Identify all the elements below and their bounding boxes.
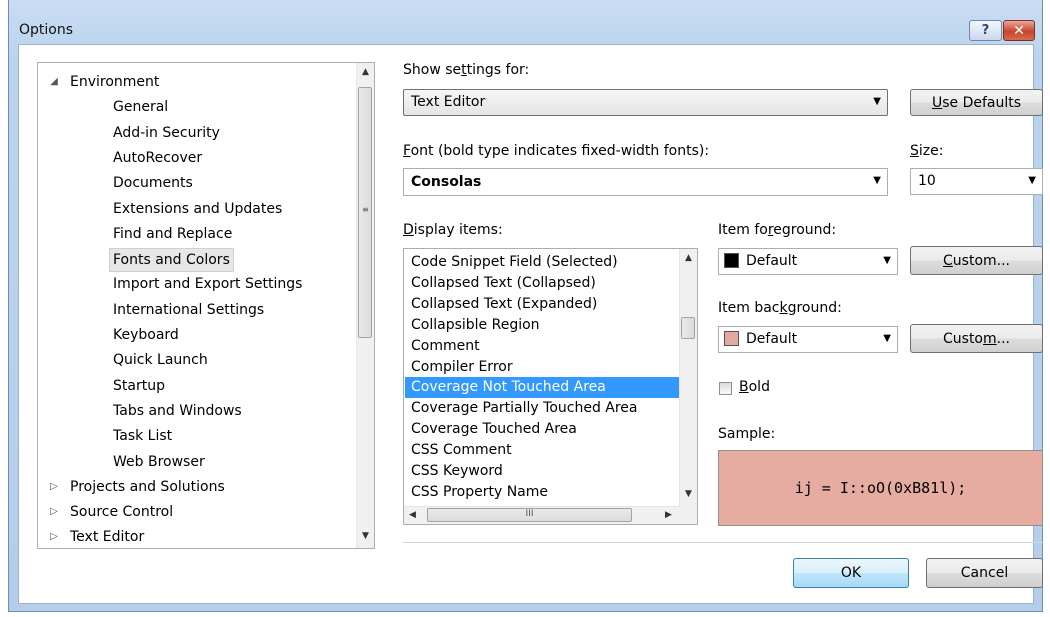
sample-label: Sample: <box>718 426 776 442</box>
font-label: Font (bold type indicates fixed-width fo… <box>403 143 710 159</box>
show-settings-value: Text Editor <box>411 94 486 110</box>
help-button[interactable]: ? <box>969 20 1002 41</box>
display-item[interactable]: Collapsible Region <box>405 315 681 336</box>
display-item[interactable]: Collapsed Text (Expanded) <box>405 294 681 315</box>
display-item[interactable]: Coverage Not Touched Area <box>405 377 681 399</box>
options-tree[interactable]: ◢ Environment General Add-in Security AutoRe… <box>37 62 375 549</box>
tree-item-label: Add-in Security <box>113 124 220 141</box>
font-dropdown[interactable]: Consolas ▼ <box>403 168 888 196</box>
tree-item-label: Tabs and Windows <box>113 402 242 419</box>
list-vertical-scrollbar[interactable]: ▲ ▼ <box>679 249 697 508</box>
custom-foreground-button[interactable]: Custom... <box>910 246 1043 275</box>
show-settings-dropdown[interactable]: Text Editor ▼ <box>403 89 888 116</box>
tree-item-label: Extensions and Updates <box>113 200 283 217</box>
scroll-up-arrow-icon[interactable]: ▲ <box>680 253 697 263</box>
size-label: Size: <box>910 143 944 159</box>
tree-item-label: Environment <box>70 74 160 90</box>
cancel-button[interactable]: Cancel <box>926 558 1043 588</box>
item-foreground-label: Item foreground: <box>718 222 837 238</box>
bold-label[interactable]: Bold <box>739 379 770 395</box>
close-icon: ✕ <box>1013 22 1025 39</box>
item-background-label: Item background: <box>718 300 842 316</box>
display-item[interactable]: Compiler Error <box>405 357 681 378</box>
dialog-client-area: ◢ Environment General Add-in Security AutoRe… <box>18 44 1044 604</box>
sample-preview: ij = I::oO(0xB81l); <box>718 450 1043 526</box>
display-item[interactable]: Comment <box>405 336 681 357</box>
tree-item-label: AutoRecover <box>113 149 203 166</box>
chevron-down-icon: ▼ <box>873 175 881 186</box>
background-color-swatch <box>724 331 739 346</box>
bold-checkbox[interactable] <box>719 382 732 395</box>
display-item[interactable]: CSS Property Name <box>405 482 681 503</box>
help-icon: ? <box>981 23 990 38</box>
collapsed-arrow-icon[interactable]: ▷ <box>48 526 60 548</box>
list-hscroll-thumb[interactable]: III <box>427 508 632 522</box>
tree-item-label: Fonts and Colors <box>109 248 234 273</box>
chevron-down-icon: ▼ <box>883 333 891 344</box>
item-foreground-value: Default <box>746 253 798 269</box>
chevron-down-icon: ▼ <box>883 255 891 266</box>
footer-divider <box>403 542 1044 543</box>
tree-item-label: Import and Export Settings <box>113 276 303 293</box>
scroll-up-arrow-icon[interactable]: ▲ <box>357 67 374 77</box>
item-background-dropdown[interactable]: Default ▼ <box>718 326 898 353</box>
scroll-right-arrow-icon[interactable]: ▶ <box>660 507 677 524</box>
tree-item-label: Startup <box>113 377 165 394</box>
tree-item-label: Web Browser <box>113 453 205 470</box>
foreground-color-swatch <box>724 253 739 268</box>
tree-item-label: Quick Launch <box>113 352 208 369</box>
tree-vertical-scrollbar[interactable]: ▲ ≡ ▼ <box>356 63 374 548</box>
chevron-down-icon: ▼ <box>873 96 881 107</box>
custom-background-button[interactable]: Custo m... <box>910 324 1043 353</box>
tree-item-label: Task List <box>113 428 173 445</box>
ok-button[interactable]: OK <box>793 558 909 588</box>
display-items-label: Display items: <box>403 222 503 238</box>
options-dialog: Options ? ✕ ◢ Environment General Add-in Se… <box>8 0 1044 612</box>
display-items-list[interactable]: Code Snippet Field (Selected) Collapsed T… <box>403 248 698 525</box>
item-foreground-dropdown[interactable]: Default ▼ <box>718 248 898 275</box>
scroll-left-arrow-icon[interactable]: ◀ <box>404 507 421 524</box>
list-horizontal-scrollbar[interactable]: ◀ III ▶ <box>404 506 681 524</box>
scrollbar-corner <box>680 507 697 524</box>
tree-item-label: Text Editor <box>70 529 145 546</box>
sample-text: ij = I::oO(0xB81l); <box>794 479 967 497</box>
display-item[interactable]: Collapsed Text (Collapsed) <box>405 273 681 294</box>
size-dropdown[interactable]: 10 ▼ <box>910 168 1043 195</box>
display-item[interactable]: CSS Keyword <box>405 461 681 482</box>
tree-item-label: General <box>113 99 169 116</box>
font-value: Consolas <box>411 174 482 190</box>
tree-item-label: Documents <box>113 175 193 192</box>
scroll-grip-icon: III <box>525 509 534 519</box>
scroll-grip-icon: ≡ <box>362 205 369 214</box>
display-item[interactable]: Code Snippet Field (Selected) <box>405 252 681 273</box>
scroll-down-arrow-icon[interactable]: ▼ <box>680 489 697 499</box>
display-item[interactable]: Coverage Touched Area <box>405 419 681 440</box>
use-defaults-button[interactable]: Use Defaults <box>910 89 1043 116</box>
tree-scroll-thumb[interactable]: ≡ <box>358 87 372 338</box>
title-bar[interactable]: Options ? ✕ <box>9 0 1042 44</box>
display-item[interactable]: Coverage Partially Touched Area <box>405 398 681 419</box>
chevron-down-icon: ▼ <box>1028 175 1036 186</box>
window-title: Options <box>19 22 74 38</box>
show-settings-label: Show settings for: <box>403 62 530 78</box>
item-background-value: Default <box>746 331 798 347</box>
tree-item-label: Find and Replace <box>113 225 233 242</box>
tree-item-label: Source Control <box>70 504 174 521</box>
collapsed-arrow-icon[interactable]: ▷ <box>48 476 60 498</box>
collapsed-arrow-icon[interactable]: ▷ <box>48 501 60 523</box>
tree-item-label: Keyboard <box>113 327 179 343</box>
list-scroll-thumb[interactable] <box>681 317 695 339</box>
size-value: 10 <box>918 173 936 189</box>
tree-item-label: International Settings <box>113 301 265 318</box>
tree-item-label: Projects and Solutions <box>70 478 225 495</box>
scroll-down-arrow-icon[interactable]: ▼ <box>357 531 374 541</box>
close-button[interactable]: ✕ <box>1003 20 1035 41</box>
expanded-arrow-icon[interactable]: ◢ <box>48 71 60 93</box>
display-item[interactable]: CSS Comment <box>405 440 681 461</box>
